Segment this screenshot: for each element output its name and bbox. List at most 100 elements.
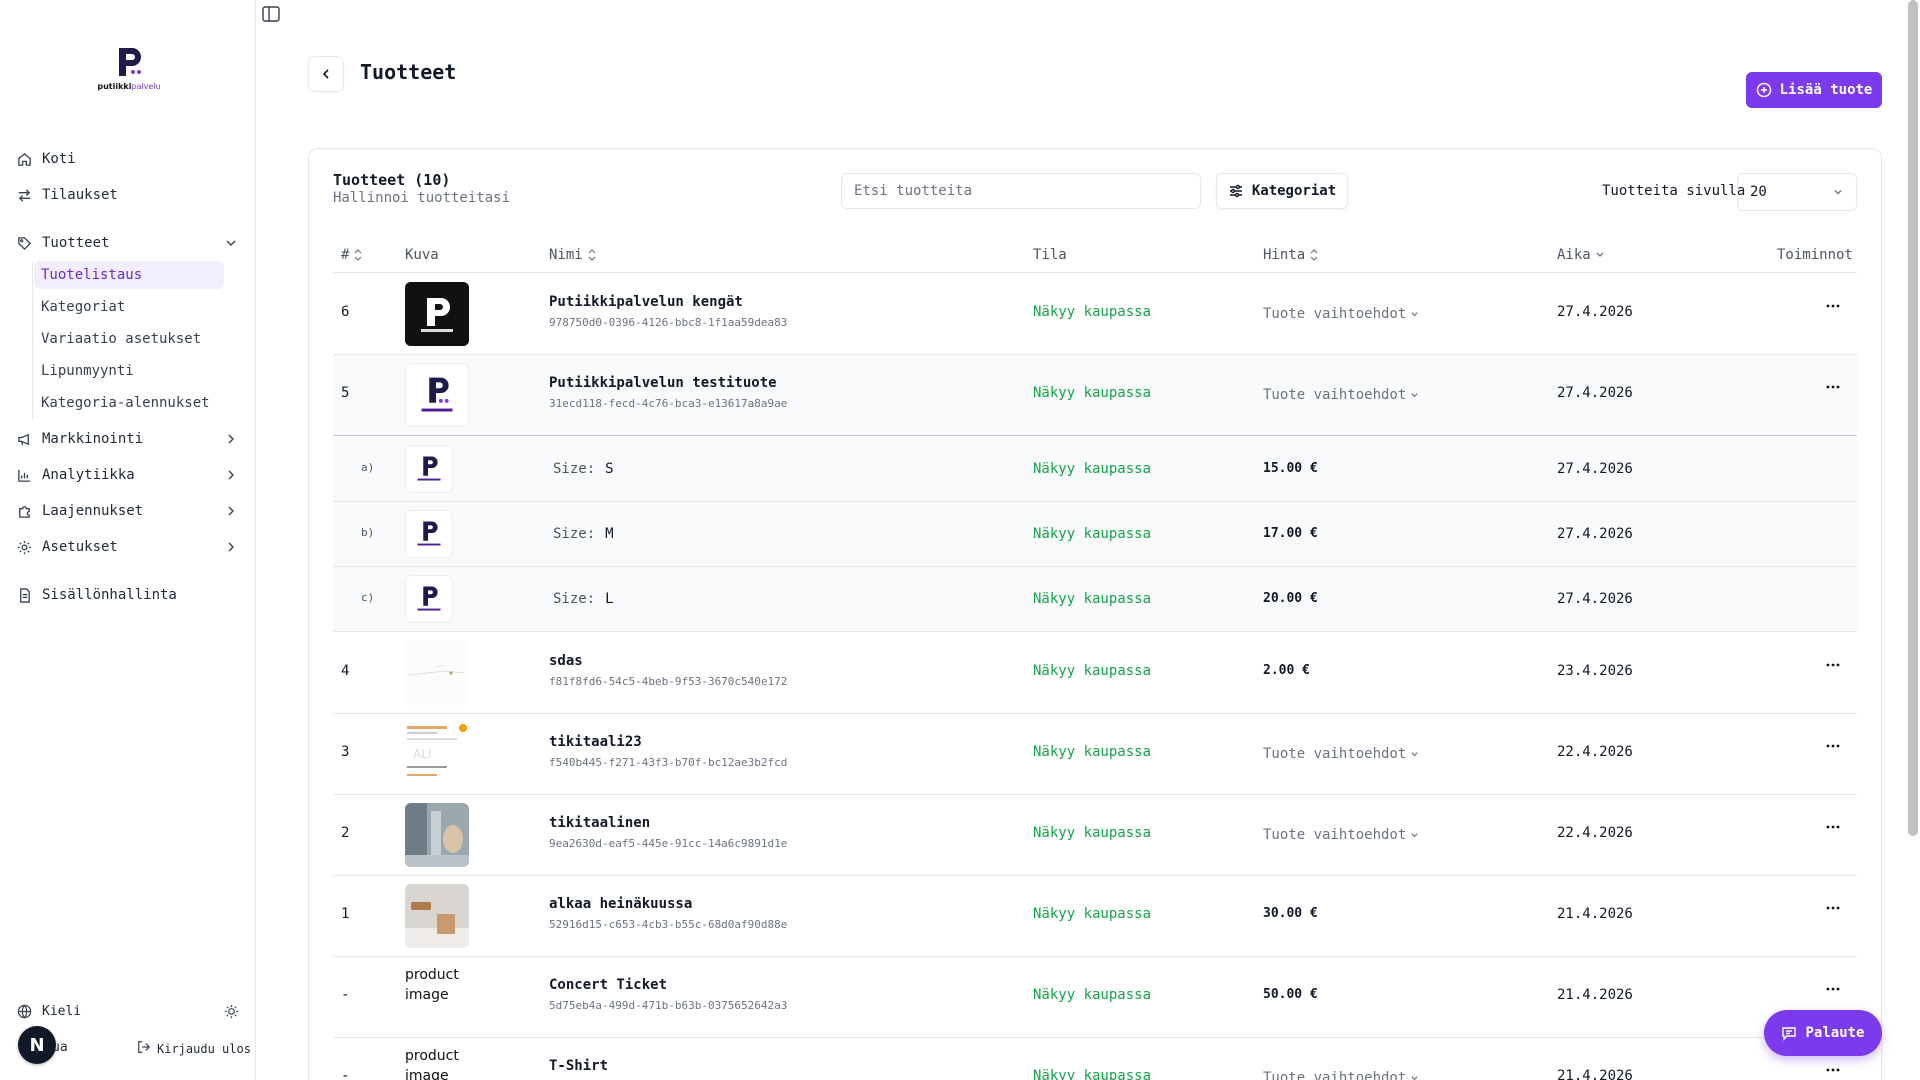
back-button[interactable] [308, 56, 344, 92]
brand-logo[interactable]: putiikkipalvelu [96, 44, 162, 102]
product-name[interactable]: sdas [549, 653, 583, 669]
chevron-down-icon [1411, 832, 1418, 837]
product-name[interactable]: tikitaalinen [549, 815, 650, 831]
product-thumbnail[interactable]: ALI [405, 722, 469, 786]
variant-price: 20.00 € [1263, 591, 1318, 606]
variant-options-toggle[interactable]: Tuote vaihtoehdot [1263, 1070, 1419, 1080]
table-row[interactable]: - product image Concert Ticket 5d75eb4a-4… [333, 957, 1857, 1038]
table-row[interactable]: 2 tikitaalinen 9ea2630d-eaf5-445e-91cc-1… [333, 795, 1857, 876]
ellipsis-icon [1826, 304, 1840, 308]
product-name-cell: alkaa heinäkuussa 52916d15-c653-4cb3-b55… [549, 896, 787, 931]
sidebar-item-tilaukset[interactable]: Tilaukset [16, 181, 238, 209]
broken-product-image[interactable]: product image [405, 965, 475, 1005]
product-id: 52916d15-c653-4cb3-b55c-68d0af90d88e [549, 918, 788, 931]
product-name[interactable]: Putiikkipalvelun testituote [549, 375, 777, 391]
variant-row[interactable]: b) Size: M Näkyy kaupassa 17.00 € 27.4.20… [333, 502, 1857, 567]
column-header-image: Kuva [405, 247, 439, 263]
status-badge: Näkyy kaupassa [1033, 526, 1152, 542]
chevron-right-icon [228, 542, 234, 552]
row-actions-button[interactable] [1821, 744, 1845, 748]
product-name[interactable]: T-Shirt [549, 1058, 608, 1074]
sidebar-item-laajennukset[interactable]: Laajennukset [16, 497, 238, 525]
add-product-label: Lisää tuote [1779, 82, 1873, 98]
variant-row[interactable]: c) Size: L Näkyy kaupassa 20.00 € 27.4.20… [333, 567, 1857, 632]
row-actions-button[interactable] [1821, 1068, 1845, 1072]
product-date: 21.4.2026 [1557, 906, 1633, 922]
gear-icon [16, 539, 32, 555]
language-selector[interactable]: Kieli [16, 997, 238, 1025]
language-label: Kieli [42, 1003, 82, 1019]
variant-options-toggle[interactable]: Tuote vaihtoehdot [1263, 306, 1419, 322]
table-row[interactable]: - product image T-Shirt Näkyy kaupassa Tu… [333, 1038, 1857, 1080]
table-row[interactable]: 6 Putiikkipalvelun kengät 978750d0-0396-… [333, 274, 1857, 355]
sidebar-item-markkinointi[interactable]: Markkinointi [16, 425, 238, 453]
product-name[interactable]: Concert Ticket [549, 977, 667, 993]
status-badge: Näkyy kaupassa [1033, 825, 1152, 841]
logout-label: Kirjaudu ulos [157, 1041, 251, 1056]
home-icon [16, 151, 32, 167]
page-scrollbar[interactable] [1908, 0, 1918, 836]
feedback-button[interactable]: Palaute [1764, 1010, 1882, 1056]
row-actions-button[interactable] [1821, 304, 1845, 308]
column-header-number[interactable]: # [341, 237, 363, 273]
product-thumbnail[interactable] [405, 641, 469, 705]
variant-date: 27.4.2026 [1557, 526, 1633, 542]
sidebar-item-asetukset[interactable]: Asetukset [16, 533, 238, 561]
sidebar-item-sisallonhallinta[interactable]: Sisällönhallinta [16, 581, 238, 609]
sidebar-subitem-lipunmyynti[interactable]: Lipunmyynti [34, 357, 224, 385]
table-row[interactable]: 1 alkaa heinäkuussa 52916d15-c653-4cb3-b… [333, 876, 1857, 957]
chevron-down-icon [1411, 1075, 1418, 1080]
product-thumbnail[interactable] [405, 884, 469, 948]
ellipsis-icon [1826, 906, 1840, 910]
variant-row[interactable]: a) Size: S Näkyy kaupassa 15.00 € 27.4.20… [333, 437, 1857, 502]
table-row[interactable]: 5 Putiikkipalvelun testituote 31ecd118-f… [333, 355, 1857, 436]
row-actions-button[interactable] [1821, 906, 1845, 910]
product-thumbnail[interactable] [405, 363, 469, 427]
sidebar-item-analytiikka[interactable]: Analytiikka [16, 461, 238, 489]
variant-options-toggle[interactable]: Tuote vaihtoehdot [1263, 746, 1419, 762]
broken-product-image[interactable]: product image [405, 1046, 475, 1080]
product-name[interactable]: tikitaali23 [549, 734, 642, 750]
logout-button[interactable]: Kirjaudu ulos [137, 1040, 251, 1057]
page-title: Tuotteet [360, 60, 457, 84]
row-actions-button[interactable] [1821, 385, 1845, 389]
categories-button[interactable]: Kategoriat [1216, 173, 1348, 209]
per-page-select[interactable]: 20 [1737, 173, 1857, 211]
chevron-right-icon [228, 506, 234, 516]
sidebar-item-tuotteet[interactable]: Tuotteet [16, 229, 238, 257]
product-thumbnail[interactable] [405, 282, 469, 346]
table-row[interactable]: 3 ALI tikitaali23 f540b445-f271-43f3-b70… [333, 714, 1857, 795]
sidebar-item-label: Tilaukset [42, 187, 118, 203]
product-name[interactable]: Putiikkipalvelun kengät [549, 294, 743, 310]
table-row[interactable]: 4 sdas f81f8fd6-54c5-4beb-9f53-3670c540e… [333, 633, 1857, 714]
row-actions-button[interactable] [1821, 987, 1845, 991]
sidebar-subitem-tuotelistaus[interactable]: Tuotelistaus [34, 261, 224, 289]
sidebar-subitem-kategoriat[interactable]: Kategoriat [34, 293, 224, 321]
sidebar-subitem-variaatio[interactable]: Variaatio asetukset [34, 325, 224, 353]
product-thumbnail[interactable] [405, 803, 469, 867]
chevron-down-icon [1834, 190, 1842, 195]
product-name-cell: Concert Ticket 5d75eb4a-499d-471b-b63b-0… [549, 977, 787, 1012]
row-actions-button[interactable] [1821, 825, 1845, 829]
theme-toggle-sun-icon[interactable] [224, 1004, 239, 1023]
add-product-button[interactable]: Lisää tuote [1746, 72, 1882, 108]
column-header-price[interactable]: Hinta [1263, 237, 1319, 273]
sidebar-item-koti[interactable]: Koti [16, 145, 238, 173]
sidebar-item-label: Sisällönhallinta [42, 587, 177, 603]
avatar[interactable]: N [18, 1026, 56, 1064]
product-logo-image [417, 586, 441, 611]
column-header-name[interactable]: Nimi [549, 237, 597, 273]
row-actions-button[interactable] [1821, 663, 1845, 667]
variant-options-toggle[interactable]: Tuote vaihtoehdot [1263, 387, 1419, 403]
product-name[interactable]: alkaa heinäkuussa [549, 896, 692, 912]
product-logo-image [417, 456, 441, 481]
sidebar-toggle-icon[interactable] [262, 6, 280, 22]
column-header-date[interactable]: Aika [1557, 237, 1605, 273]
product-date: 22.4.2026 [1557, 825, 1633, 841]
variant-options-toggle[interactable]: Tuote vaihtoehdot [1263, 827, 1419, 843]
sort-icon [355, 249, 362, 261]
product-logo-image [417, 521, 441, 546]
search-input[interactable] [841, 173, 1201, 209]
sidebar-subitem-kategoria-alennukset[interactable]: Kategoria-alennukset [34, 389, 224, 417]
product-name-cell: Putiikkipalvelun testituote 31ecd118-fec… [549, 375, 787, 410]
